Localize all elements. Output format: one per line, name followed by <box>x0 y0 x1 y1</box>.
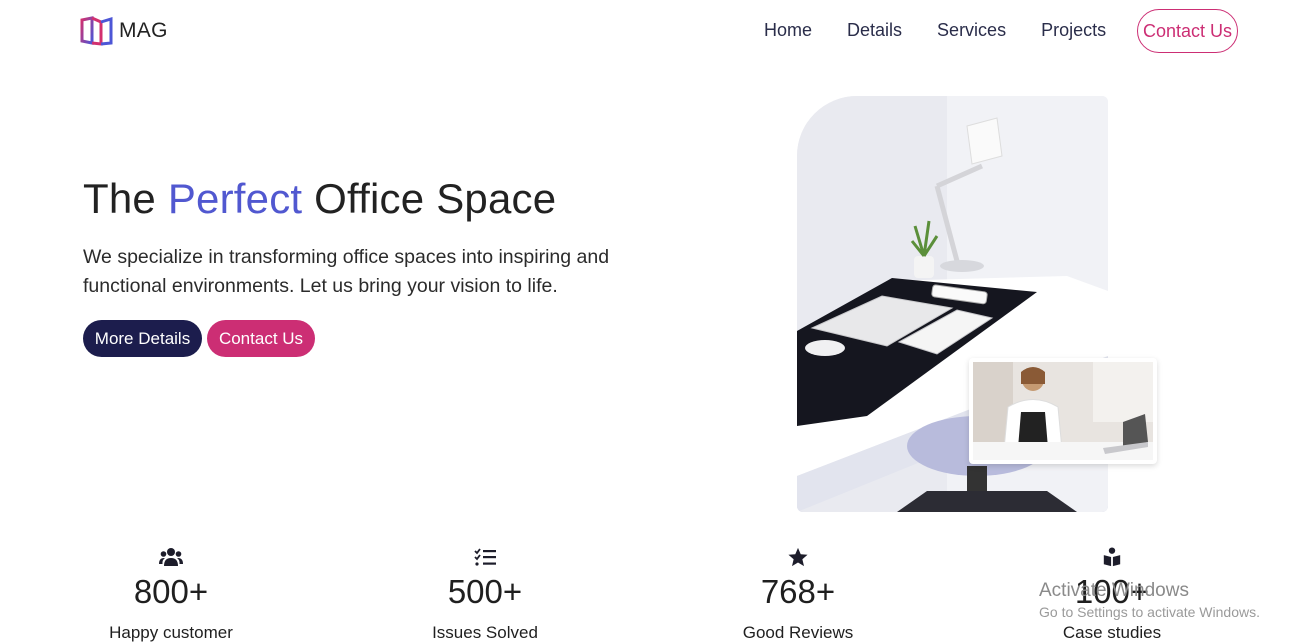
brand-name: MAG <box>119 19 168 42</box>
stat-label: Good Reviews <box>742 623 854 642</box>
users-icon <box>159 548 183 566</box>
hero-title-pre: The <box>83 175 168 222</box>
stat-happy-customer: 800+ Happy customer <box>71 545 271 642</box>
inset-woman-working-image <box>969 358 1157 464</box>
checklist-icon <box>474 548 496 566</box>
hero-contact-button[interactable]: Contact Us <box>207 320 315 357</box>
nav-link-home[interactable]: Home <box>764 18 812 42</box>
stat-label: Case studies <box>1062 623 1162 642</box>
logo-icon <box>80 16 113 46</box>
nav-links: Home Details Services Projects <box>764 18 1141 42</box>
stat-issues-solved: 500+ Issues Solved <box>385 545 585 642</box>
stat-number: 800+ <box>133 573 209 610</box>
nav-link-details[interactable]: Details <box>847 18 902 42</box>
stat-number: 500+ <box>447 573 523 610</box>
stat-label: Issues Solved <box>432 623 538 642</box>
nav-contact-button[interactable]: Contact Us <box>1137 9 1238 53</box>
brand-logo[interactable]: MAG <box>80 16 168 46</box>
book-reader-icon <box>1103 547 1121 567</box>
hero-title: The Perfect Office Space <box>83 175 556 223</box>
star-icon <box>788 547 808 567</box>
top-navbar: MAG Home Details Services Projects Conta… <box>0 0 1303 62</box>
nav-link-projects[interactable]: Projects <box>1041 18 1106 42</box>
nav-link-services[interactable]: Services <box>937 18 1006 42</box>
hero-description: We specialize in transforming office spa… <box>83 246 610 297</box>
hero-title-post: Office Space <box>302 175 557 222</box>
more-details-button[interactable]: More Details <box>83 320 202 357</box>
stat-label: Happy customer <box>109 623 233 642</box>
stat-number: 768+ <box>760 573 836 610</box>
hero-title-accent: Perfect <box>167 175 303 222</box>
activate-windows-subtitle: Go to Settings to activate Windows. <box>1039 604 1260 620</box>
activate-windows-watermark: Activate Windows <box>1039 580 1189 601</box>
stat-good-reviews: 768+ Good Reviews <box>698 545 898 642</box>
